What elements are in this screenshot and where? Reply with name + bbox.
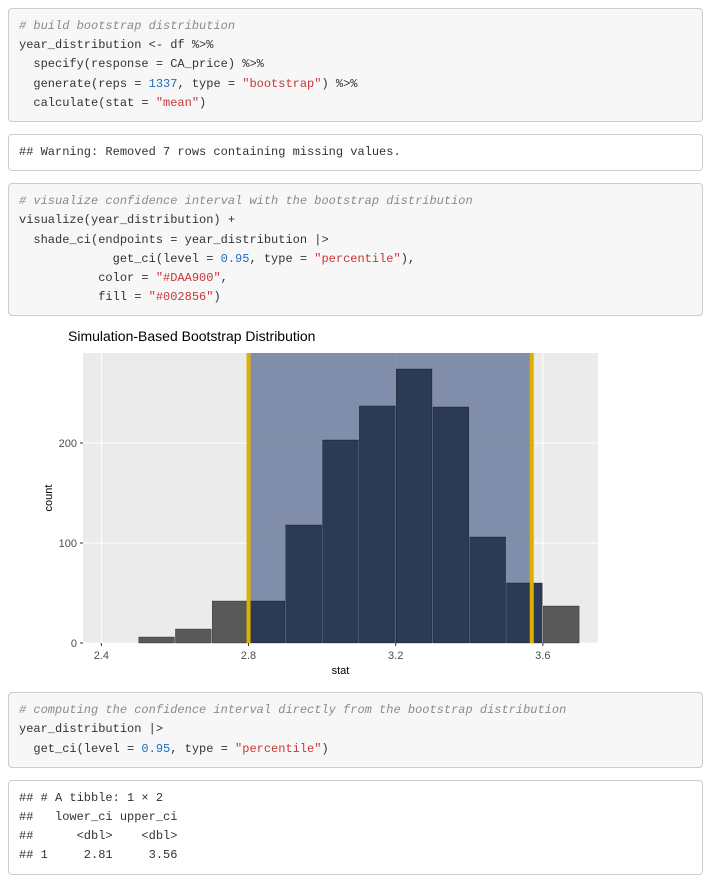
code-comment: # visualize confidence interval with the… bbox=[19, 194, 473, 208]
chart-container: Simulation-Based Bootstrap Distribution … bbox=[38, 328, 703, 678]
code-text: ) %>% bbox=[321, 77, 357, 91]
code-string: "bootstrap" bbox=[242, 77, 321, 91]
svg-text:3.6: 3.6 bbox=[535, 650, 550, 662]
code-line: year_distribution <- df %>% bbox=[19, 38, 213, 52]
code-string: "#002856" bbox=[149, 290, 214, 304]
code-text: ) bbox=[199, 96, 206, 110]
code-line: fill = bbox=[19, 290, 149, 304]
code-line: color = bbox=[19, 271, 156, 285]
histogram-chart: 0 100 200 2.4 2.8 3.2 3.6 stat count bbox=[38, 348, 608, 678]
code-comment: # build bootstrap distribution bbox=[19, 19, 235, 33]
svg-text:0: 0 bbox=[71, 638, 77, 650]
svg-text:2.4: 2.4 bbox=[94, 650, 109, 662]
code-text: ) bbox=[213, 290, 220, 304]
chart-title: Simulation-Based Bootstrap Distribution bbox=[68, 328, 703, 344]
output-line: ## lower_ci upper_ci bbox=[19, 810, 177, 824]
output-block-1: ## Warning: Removed 7 rows containing mi… bbox=[8, 134, 703, 171]
code-line: generate(reps = bbox=[19, 77, 149, 91]
code-block-1: # build bootstrap distribution year_dist… bbox=[8, 8, 703, 122]
code-text: ), bbox=[401, 252, 415, 266]
output-block-2: ## # A tibble: 1 × 2 ## lower_ci upper_c… bbox=[8, 780, 703, 875]
code-block-2: # visualize confidence interval with the… bbox=[8, 183, 703, 316]
code-text: , type = bbox=[249, 252, 314, 266]
code-line: visualize(year_distribution) + bbox=[19, 213, 235, 227]
code-line: calculate(stat = bbox=[19, 96, 156, 110]
code-string: "percentile" bbox=[314, 252, 400, 266]
code-line: year_distribution |> bbox=[19, 722, 163, 736]
output-line: ## Warning: Removed 7 rows containing mi… bbox=[19, 145, 401, 159]
output-line: ## # A tibble: 1 × 2 bbox=[19, 791, 163, 805]
code-number: 1337 bbox=[149, 77, 178, 91]
code-line: shade_ci(endpoints = year_distribution |… bbox=[19, 233, 329, 247]
code-block-3: # computing the confidence interval dire… bbox=[8, 692, 703, 768]
svg-text:stat: stat bbox=[332, 665, 350, 677]
svg-text:3.2: 3.2 bbox=[388, 650, 403, 662]
code-comment: # computing the confidence interval dire… bbox=[19, 703, 566, 717]
code-number: 0.95 bbox=[221, 252, 250, 266]
code-line: get_ci(level = bbox=[19, 252, 221, 266]
svg-text:count: count bbox=[43, 485, 55, 512]
code-text: , type = bbox=[177, 77, 242, 91]
svg-text:100: 100 bbox=[59, 538, 77, 550]
svg-text:2.8: 2.8 bbox=[241, 650, 256, 662]
code-text: , bbox=[221, 271, 228, 285]
output-line: ## 1 2.81 3.56 bbox=[19, 848, 177, 862]
output-line: ## <dbl> <dbl> bbox=[19, 829, 177, 843]
code-string: "#DAA900" bbox=[156, 271, 221, 285]
svg-text:200: 200 bbox=[59, 438, 77, 450]
code-line: specify(response = CA_price) %>% bbox=[19, 57, 264, 71]
code-string: "mean" bbox=[156, 96, 199, 110]
